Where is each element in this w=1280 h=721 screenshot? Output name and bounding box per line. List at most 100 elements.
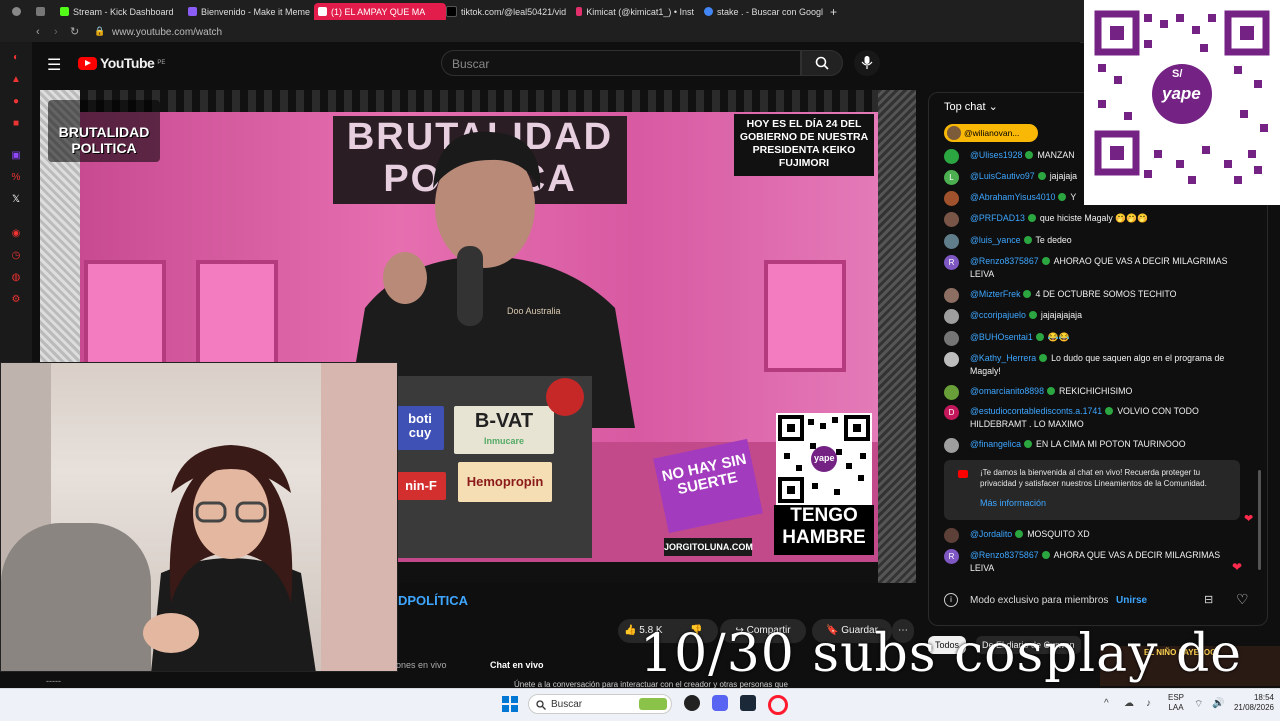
network-icon[interactable]: ☁ [1124, 698, 1134, 709]
language-indicator[interactable]: ESP LAA [1168, 693, 1184, 713]
mic-icon [861, 56, 873, 69]
wifi-icon[interactable]: ⌔ [1194, 698, 1203, 711]
avatar[interactable] [944, 191, 959, 206]
sidebar-app-icon[interactable]: ▲ [10, 74, 22, 86]
tab-label: tiktok.com/@leal50421/vid [461, 6, 567, 17]
voice-search-button[interactable] [854, 50, 880, 76]
chevron-up-icon[interactable]: ^ [1104, 698, 1109, 709]
join-members-button[interactable]: Unirse [1116, 595, 1147, 606]
tab-live-chat[interactable]: Chat en vivo [490, 660, 544, 670]
tab-kick[interactable]: Stream - Kick Dashboard [60, 3, 180, 20]
reload-icon[interactable]: ↻ [70, 25, 79, 38]
chat-author[interactable]: @Ulises1928 [970, 150, 1022, 160]
tab-tiktok[interactable]: tiktok.com/@leal50421/vid [446, 3, 568, 20]
avatar[interactable]: D [944, 405, 959, 420]
top-chat-dropdown[interactable]: Top chat ⌄ [944, 100, 998, 113]
chat-text: MOSQUITO XD [1027, 529, 1090, 539]
lock-icon: 🔒 [94, 26, 106, 36]
chat-author[interactable]: @estudiocontabledisconts.a.1741 [970, 406, 1102, 416]
avatar[interactable] [944, 528, 959, 543]
chat-author[interactable]: @Kathy_Herrera [970, 353, 1036, 363]
verified-badge-icon [1041, 551, 1050, 559]
tab-label: Stream - Kick Dashboard [73, 6, 174, 17]
forward-icon[interactable]: › [54, 26, 58, 38]
taskbar-discord-icon[interactable] [712, 695, 728, 711]
taskbar-search[interactable]: Buscar [528, 694, 672, 714]
more-info-link[interactable]: Más información [980, 498, 1046, 508]
tab-google[interactable]: stake . - Buscar con Googl [704, 3, 826, 20]
taskbar-opera-icon[interactable] [768, 695, 788, 715]
sidebar-twitch-icon[interactable]: ▣ [10, 150, 22, 162]
sidebar-toggle-icon[interactable] [36, 3, 45, 20]
chat-scrollbar[interactable] [1258, 470, 1261, 570]
sidebar-app-icon[interactable]: ◉ [10, 228, 22, 240]
sidebar-app-icon[interactable]: ■ [10, 118, 22, 130]
browser-menu-icon[interactable] [12, 3, 21, 20]
round-sticker [546, 378, 584, 416]
tab-live-fragment[interactable]: ones en vivo [396, 660, 447, 670]
chat-text: EN LA CIMA MI POTON TAURINOOO [1036, 439, 1186, 449]
search-icon [815, 56, 829, 70]
chat-author[interactable]: @BUHOsentai1 [970, 332, 1033, 342]
chat-message: D @estudiocontabledisconts.a.1741 VOLVIO C… [944, 405, 1244, 431]
avatar[interactable] [944, 385, 959, 400]
avatar[interactable] [944, 234, 959, 249]
chat-author[interactable]: @AbrahamYisus4010 [970, 192, 1055, 202]
chat-author[interactable]: @ccoripajuelo [970, 310, 1026, 320]
sidebar-messenger-icon[interactable]: ● [10, 96, 22, 108]
heart-reaction-icon: ❤ [1244, 513, 1254, 525]
youtube-logo[interactable]: YouTube PE [78, 55, 165, 71]
taskbar-app-icon[interactable] [684, 695, 700, 711]
chat-author[interactable]: @omarcianito8898 [970, 386, 1044, 396]
chat-author[interactable]: @MizterFrek [970, 289, 1020, 299]
members-mode-text: Modo exclusivo para miembros [970, 595, 1109, 606]
clock[interactable]: 18:54 21/08/2026 [1228, 693, 1274, 713]
sidebar-settings-icon[interactable]: ⚙ [10, 294, 22, 306]
sidebar-app-icon[interactable]: % [10, 172, 22, 184]
avatar[interactable] [944, 212, 959, 227]
heart-icon[interactable]: ♡ [1236, 591, 1249, 608]
search-input[interactable]: Buscar [441, 50, 801, 76]
chat-author[interactable]: @finangelica [970, 439, 1021, 449]
tab-makeitmeme[interactable]: Bienvenido - Make it Meme [188, 3, 312, 20]
avatar[interactable]: L [944, 170, 959, 185]
sidebar-x-icon[interactable]: 𝕏 [10, 194, 22, 206]
avatar[interactable] [944, 438, 959, 453]
day-counter-box: HOY ES EL DÍA 24 DEL GOBIERNO DE NUESTRA… [734, 114, 874, 176]
avatar[interactable] [944, 149, 959, 164]
sticker: B-VAT Inmucare [454, 406, 554, 454]
chat-mode-label: Top chat [944, 101, 986, 113]
hamburger-menu-icon[interactable]: ☰ [47, 55, 61, 75]
tab-youtube-active[interactable]: (1) EL AMPAY QUE MA [314, 3, 446, 20]
chat-author[interactable]: @PRFDAD13 [970, 213, 1025, 223]
avatar[interactable]: R [944, 549, 959, 564]
sidebar-app-icon[interactable]: ◍ [10, 272, 22, 284]
sidebar-app-icon[interactable]: ◐ [10, 52, 22, 64]
chat-author[interactable]: @Jordalito [970, 529, 1012, 539]
new-tab-button[interactable]: + [830, 3, 837, 20]
avatar[interactable] [944, 309, 959, 324]
mic-tray-icon[interactable]: ♪ [1146, 698, 1151, 709]
avatar[interactable]: R [944, 255, 959, 270]
video-title[interactable]: DPOLÍTICA [398, 593, 468, 608]
chat-author[interactable]: @Renzo8375867 [970, 550, 1039, 560]
avatar[interactable] [944, 352, 959, 367]
avatar[interactable] [944, 331, 959, 346]
chat-message: @Jordalito MOSQUITO XD [944, 528, 1244, 543]
chat-author[interactable]: @luis_yance [970, 235, 1021, 245]
back-icon[interactable]: ‹ [36, 26, 40, 38]
avatar[interactable] [944, 288, 959, 303]
chat-author[interactable]: @Renzo8375867 [970, 256, 1039, 266]
windows-start-icon[interactable] [502, 696, 518, 712]
verified-badge-icon [1028, 311, 1037, 319]
chat-author[interactable]: @LuisCautivo97 [970, 171, 1035, 181]
super-chat-icon[interactable]: ⊟ [1204, 593, 1213, 606]
url-field[interactable]: www.youtube.com/watch [112, 27, 222, 38]
taskbar-steam-icon[interactable] [740, 695, 756, 711]
search-button[interactable] [801, 50, 843, 76]
sidebar-clock-icon[interactable]: ◷ [10, 250, 22, 262]
tab-instagram[interactable]: Kimicat (@kimicat1_) • Inst [576, 3, 694, 20]
pinned-supporter-chip[interactable]: @wilianovan... [944, 124, 1038, 142]
chat-message: @Kathy_Herrera Lo dudo que saquen algo en… [944, 352, 1244, 378]
volume-icon[interactable]: 🔊 [1212, 698, 1224, 709]
